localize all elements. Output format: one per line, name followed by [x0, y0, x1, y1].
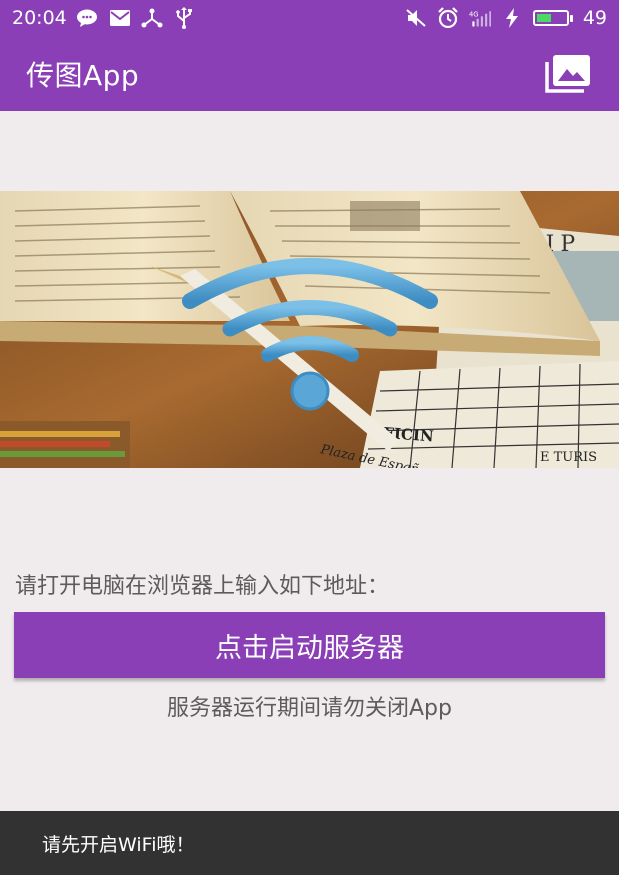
charging-icon: [501, 7, 523, 29]
hero-image: EGIP OFICIN Plaza de España, E TURIS: [0, 191, 619, 468]
app-bar: 传图App: [0, 36, 619, 111]
toast-message: 请先开启WiFi哦！: [42, 833, 195, 856]
alarm-icon: [437, 7, 459, 29]
battery-body: [532, 10, 569, 26]
battery-cap: [569, 14, 573, 22]
start-server-button[interactable]: 点击启动服务器: [14, 612, 605, 678]
book-wifi-illustration: EGIP OFICIN Plaza de España, E TURIS: [0, 191, 619, 468]
usb-tether-icon: [141, 7, 163, 29]
status-left: 20:04: [12, 7, 195, 29]
battery-icon: [532, 10, 573, 26]
instruction-text: 请打开电脑在浏览器上输入如下地址：: [15, 574, 390, 599]
battery-level: 49: [582, 7, 607, 29]
warning-text: 服务器运行期间请勿关闭App: [167, 696, 452, 721]
wechat-icon: [76, 7, 99, 29]
signal-icon: 4G: [469, 7, 491, 29]
gallery-icon: [545, 54, 590, 93]
status-right: 4G 49: [405, 7, 607, 29]
network-label: 4G: [469, 10, 479, 18]
mail-icon: [109, 7, 131, 29]
battery-fill: [536, 14, 551, 22]
status-time: 20:04: [12, 7, 67, 29]
status-bar: 20:04 4G 49: [0, 0, 619, 36]
gallery-button[interactable]: [543, 52, 593, 96]
usb-icon: [173, 7, 195, 29]
app-title: 传图App: [26, 58, 140, 92]
mute-icon: [405, 7, 427, 29]
toast: 请先开启WiFi哦！: [0, 811, 619, 875]
svg-text:E TURIS: E TURIS: [540, 450, 597, 465]
